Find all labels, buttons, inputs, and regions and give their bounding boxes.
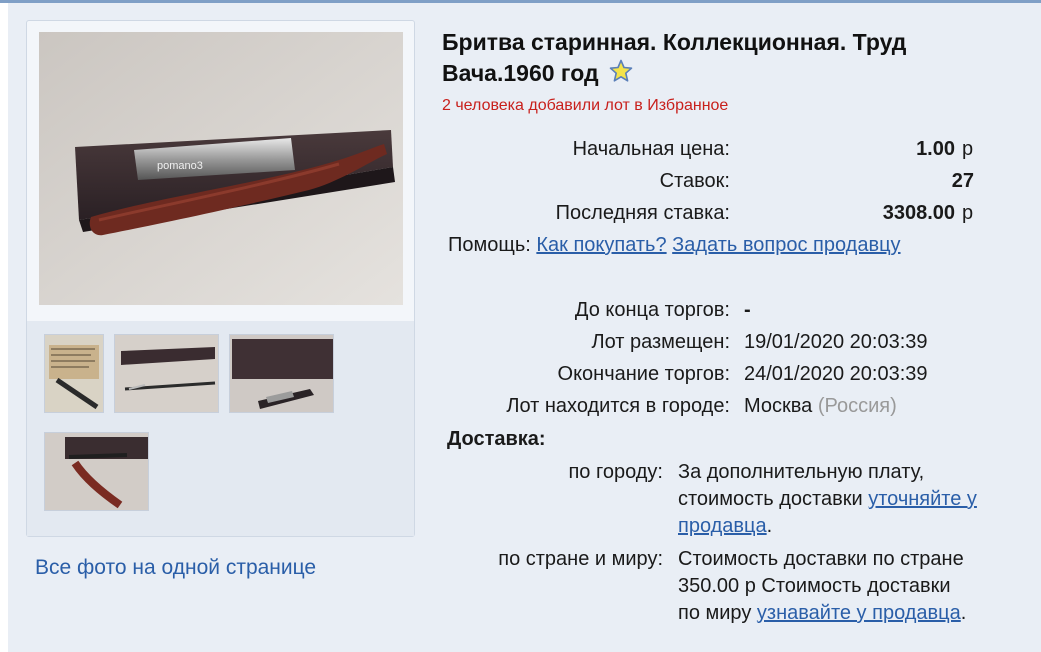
bids-label: Ставок:	[659, 170, 730, 192]
end-time-label: Окончание торгов:	[557, 363, 730, 385]
thumbnail-1[interactable]	[44, 334, 104, 413]
help-row: Помощь: Как покупать? Задать вопрос прод…	[448, 232, 901, 258]
delivery-city-label: по городу:	[568, 461, 663, 483]
ask-seller-link[interactable]: Задать вопрос продавцу	[672, 234, 900, 256]
thumbnail-3[interactable]	[229, 334, 334, 413]
lot-title: Бритва старинная. Коллекционная. Труд Ва…	[442, 27, 1022, 91]
delivery-heading: Доставка:	[447, 428, 546, 450]
favorites-count: 2 человека добавили лот в Избранное	[442, 97, 729, 114]
thumbnails-strip	[27, 321, 414, 536]
ends-in-label: До конца торгов:	[574, 299, 730, 321]
thumbnail-2[interactable]	[114, 334, 219, 413]
thumbnail-4[interactable]	[44, 432, 149, 511]
all-photos-link[interactable]: Все фото на одной странице	[35, 556, 316, 580]
ends-in-value: -	[744, 299, 751, 321]
last-bid-label: Последняя ставка:	[555, 202, 730, 224]
delivery-world-line-2: 350.00 р Стоимость доставки	[678, 575, 951, 597]
main-photo-watermark: pomano3	[157, 160, 203, 172]
delivery-city-line-2: стоимость доставки	[678, 488, 863, 510]
posted-label: Лот размещен:	[591, 331, 730, 353]
main-photo[interactable]: pomano3	[39, 32, 403, 305]
last-bid-currency: р	[962, 202, 974, 224]
help-label: Помощь:	[448, 234, 531, 256]
last-bid-value: 3308.00	[882, 202, 955, 224]
photo-gallery: pomano3	[26, 20, 415, 537]
delivery-city-text: За дополнительную плату, стоимость доста…	[678, 459, 1028, 540]
delivery-world-period: .	[960, 602, 967, 624]
start-price-value: 1.00	[916, 138, 955, 160]
city-value: Москва	[744, 395, 813, 417]
city-label: Лот находится в городе:	[506, 395, 730, 417]
delivery-city-period: .	[766, 515, 773, 537]
delivery-city-line-1: За дополнительную плату,	[678, 461, 925, 483]
delivery-world-text: Стоимость доставки по стране 350.00 р Ст…	[678, 546, 1028, 627]
bids-value: 27	[951, 170, 974, 192]
favorite-star-icon[interactable]	[609, 59, 633, 91]
delivery-world-label: по стране и миру:	[498, 548, 663, 570]
end-time-value: 24/01/2020 20:03:39	[744, 363, 928, 385]
lot-title-text: Бритва старинная. Коллекционная. Труд Ва…	[442, 29, 907, 86]
start-price-label: Начальная цена:	[572, 138, 730, 160]
start-price-currency: р	[962, 138, 974, 160]
delivery-world-line-1: Стоимость доставки по стране	[678, 548, 964, 570]
delivery-world-ask-link[interactable]: узнавайте у продавца	[757, 602, 961, 624]
how-to-buy-link[interactable]: Как покупать?	[536, 234, 666, 256]
posted-value: 19/01/2020 20:03:39	[744, 331, 928, 353]
delivery-world-line-3: по миру	[678, 602, 752, 624]
country-value: (Россия)	[817, 395, 897, 417]
